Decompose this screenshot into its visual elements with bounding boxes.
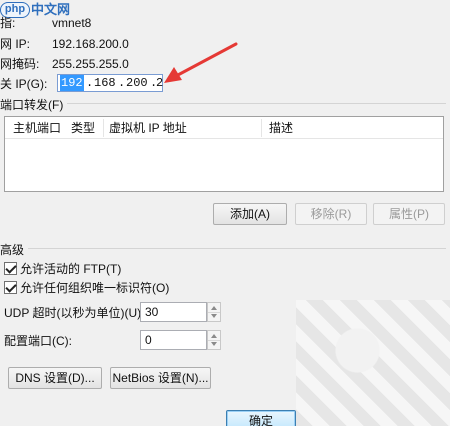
column-type[interactable]: 类型 [65, 117, 95, 139]
netbios-settings-button[interactable]: NetBios 设置(N)... [110, 367, 211, 389]
gateway-dot-2: . [118, 76, 126, 90]
column-host-port[interactable]: 主机端口 [7, 117, 61, 139]
config-port-spinner[interactable] [207, 330, 221, 350]
list-header: 主机端口 类型 虚拟机 IP 地址 描述 [5, 117, 443, 139]
udp-timeout-input[interactable]: 30 [140, 302, 207, 322]
gateway-ip-input[interactable]: 192 . 168 . 200 . 2 [57, 74, 163, 92]
ok-button[interactable]: 确定 [226, 410, 296, 426]
spin-divider [208, 312, 220, 313]
column-separator [261, 119, 262, 137]
port-forwarding-header: 端口转发(F) [0, 96, 450, 113]
spin-down-icon[interactable] [211, 342, 217, 346]
subnet-ip-value: 192.168.200.0 [52, 37, 129, 51]
udp-timeout-value[interactable]: 30 [145, 305, 158, 319]
gateway-octet-2[interactable]: 168 [94, 75, 116, 91]
annotation-arrow-icon [164, 42, 238, 83]
network-name-label: 指: [0, 16, 16, 30]
port-forwarding-list[interactable]: 主机端口 类型 虚拟机 IP 地址 描述 [4, 116, 444, 192]
config-port-input[interactable]: 0 [140, 330, 207, 350]
remove-button[interactable]: 移除(R) [295, 203, 367, 225]
add-button[interactable]: 添加(A) [213, 203, 287, 225]
spin-up-icon[interactable] [211, 306, 217, 310]
subnet-mask-value: 255.255.255.0 [52, 57, 129, 71]
config-port-label: 配置端口(C): [4, 334, 72, 348]
column-description[interactable]: 描述 [263, 117, 293, 139]
advanced-header: 高级 [0, 241, 450, 258]
gateway-octet-3[interactable]: 200 [126, 75, 148, 91]
gateway-ip-label: 关 IP(G): [0, 77, 48, 91]
port-forwarding-title: 端口转发(F) [0, 96, 68, 113]
column-vm-ip[interactable]: 虚拟机 IP 地址 [103, 117, 187, 139]
subnet-mask-label: 网掩码: [0, 57, 40, 71]
spin-down-icon[interactable] [211, 314, 217, 318]
network-name-value: vmnet8 [52, 16, 92, 30]
subnet-ip-label: 网 IP: [0, 37, 31, 51]
section-divider [0, 248, 446, 249]
udp-timeout-spinner[interactable] [207, 302, 221, 322]
spin-up-icon[interactable] [211, 334, 217, 338]
watermark-text: 中文网 [31, 2, 71, 17]
allow-ftp-checkbox[interactable] [4, 262, 17, 275]
allow-oui-label[interactable]: 允许任何组织唯一标识符(O) [20, 281, 169, 295]
dns-settings-button[interactable]: DNS 设置(D)... [8, 367, 102, 389]
allow-ftp-label[interactable]: 允许活动的 FTP(T) [20, 262, 121, 276]
gateway-octet-1[interactable]: 192 [60, 75, 84, 91]
udp-timeout-label: UDP 超时(以秒为单位)(U): [4, 306, 145, 320]
properties-button[interactable]: 属性(P) [373, 203, 445, 225]
advanced-title: 高级 [0, 241, 29, 258]
allow-oui-checkbox[interactable] [4, 281, 17, 294]
gateway-dot-1: . [86, 76, 94, 90]
blurred-watermark-region [296, 300, 450, 426]
spin-divider [208, 340, 220, 341]
config-port-value[interactable]: 0 [145, 333, 152, 347]
